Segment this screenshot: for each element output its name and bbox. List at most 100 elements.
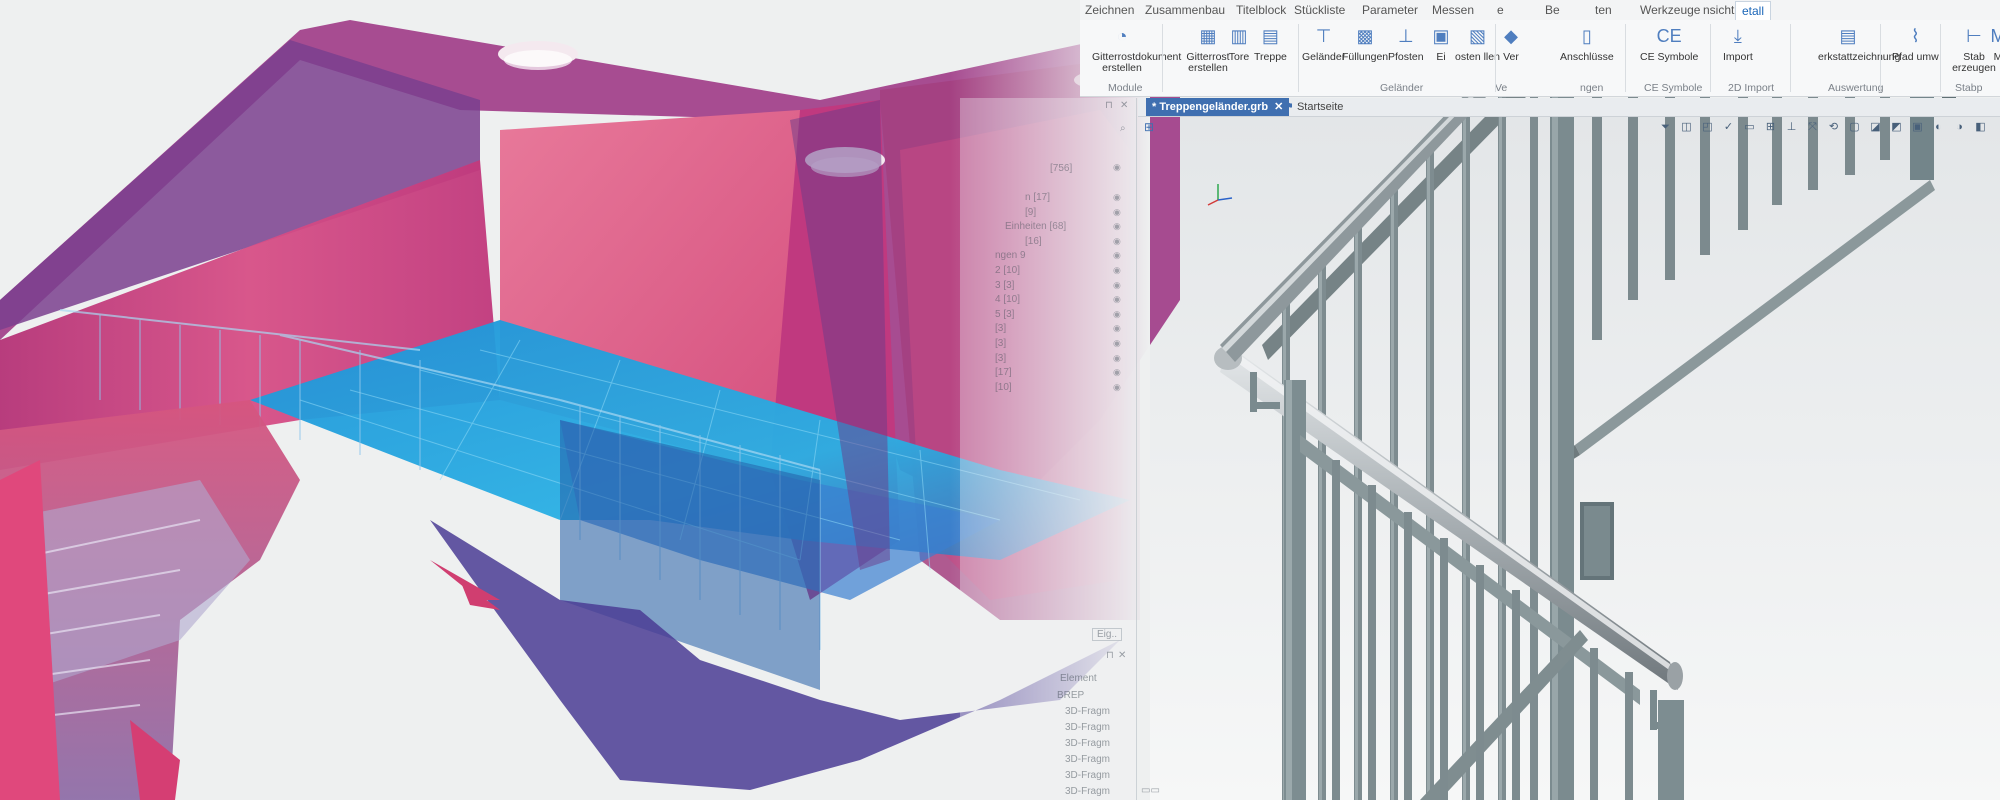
display-mode-3-icon[interactable]: ◧ bbox=[1974, 121, 1987, 134]
box-icon[interactable]: ▭ bbox=[1743, 121, 1756, 134]
tree-top-count: [756] bbox=[1050, 163, 1073, 174]
ribbon-button-path-convert[interactable]: ⌇ Pfad umw bbox=[1892, 24, 1939, 63]
tree-item[interactable]: [17] bbox=[995, 367, 1012, 378]
axis-icon[interactable]: ⊥ bbox=[1785, 121, 1798, 134]
tree-item[interactable]: [16] bbox=[1025, 236, 1042, 247]
list-item[interactable]: 3D-Fragm bbox=[1065, 738, 1110, 749]
visibility-eye-icon[interactable]: ◉ bbox=[1113, 323, 1121, 334]
list-item[interactable]: 3D-Fragm bbox=[1065, 722, 1110, 733]
tree-expand-icon[interactable]: ⊞ bbox=[1144, 120, 1154, 134]
tree-item[interactable]: 4 [10] bbox=[995, 294, 1020, 305]
ribbon-button-workshop-drawing[interactable]: ▤ erkstattzeichnung bbox=[1818, 24, 1901, 63]
view-stack-icon[interactable]: ◰ bbox=[1701, 121, 1714, 134]
tree-item[interactable]: 2 [10] bbox=[995, 265, 1020, 276]
visibility-eye-icon[interactable]: ◉ bbox=[1113, 221, 1121, 232]
view-layout-icon[interactable]: ▭▭ bbox=[1141, 785, 1160, 796]
visibility-eye-icon[interactable]: ◉ bbox=[1113, 162, 1121, 173]
tree-item[interactable]: [3] bbox=[995, 353, 1006, 364]
tree-item[interactable]: 3 [3] bbox=[995, 280, 1014, 291]
box-select-icon[interactable]: ▢ bbox=[1848, 121, 1861, 134]
ribbon-tab-3[interactable]: Stückliste bbox=[1294, 3, 1345, 17]
ribbon-tab-7[interactable]: Be bbox=[1545, 3, 1560, 17]
panel-close-icon[interactable]: ✕ bbox=[1120, 100, 1128, 111]
ribbon-tab-11[interactable]: etall bbox=[1735, 1, 1772, 20]
snap-icon[interactable]: ⤧ bbox=[1806, 121, 1819, 134]
panel-button-properties[interactable]: Eig.. bbox=[1092, 628, 1123, 641]
ribbon-button-gate[interactable]: ▥ Tore bbox=[1226, 24, 1252, 63]
ribbon-tab-1[interactable]: Zusammenbau bbox=[1145, 3, 1225, 17]
check-icon[interactable]: ✓ bbox=[1722, 121, 1735, 134]
panel-pin-icon[interactable]: ⊓ bbox=[1105, 100, 1113, 111]
ribbon-tab-0[interactable]: Zeichnen bbox=[1085, 3, 1134, 17]
section-icon[interactable]: ▣ bbox=[1911, 121, 1924, 134]
ribbon-button-railing[interactable]: ⊤ Geländer bbox=[1302, 24, 1345, 63]
ribbon-button-post[interactable]: ⊥ Pfosten bbox=[1388, 24, 1424, 63]
tree-item[interactable]: ngen 9 bbox=[995, 250, 1026, 261]
ribbon-button-stair[interactable]: ▤ Treppe bbox=[1254, 24, 1287, 63]
render-icon[interactable]: ◪ bbox=[1869, 121, 1882, 134]
filter-icon[interactable]: ⏷ bbox=[1659, 121, 1672, 134]
element-list-header: Element bbox=[1060, 673, 1097, 684]
visibility-eye-icon[interactable]: ◉ bbox=[1113, 338, 1121, 349]
ribbon-button-connect[interactable]: ◆ Ver bbox=[1498, 24, 1524, 63]
ribbon-button-insert[interactable]: ▣ Ei bbox=[1428, 24, 1454, 63]
visibility-eye-icon[interactable]: ◉ bbox=[1113, 265, 1121, 276]
visibility-eye-icon[interactable]: ◉ bbox=[1113, 280, 1121, 291]
lower-panel-pin-icon[interactable]: ⊓ bbox=[1106, 650, 1114, 661]
tree-item[interactable]: n [17] bbox=[1025, 192, 1050, 203]
visibility-eye-icon[interactable]: ◉ bbox=[1113, 353, 1121, 364]
display-mode-2-icon[interactable]: ◑ bbox=[1953, 121, 1966, 134]
visibility-eye-icon[interactable]: ◉ bbox=[1113, 382, 1121, 393]
shade-icon[interactable]: ◩ bbox=[1890, 121, 1903, 134]
viewport-toolbar: ⏷ ◫ ◰ ✓ ▭ ⊞ ⊥ ⤧ ⟲ ▢ ◪ ◩ ▣ ◐ ◑ ◧ bbox=[1655, 118, 2000, 138]
ribbon-button-label: Pfosten bbox=[1388, 51, 1424, 63]
visibility-eye-icon[interactable]: ◉ bbox=[1113, 294, 1121, 305]
ribbon-button-more[interactable]: MM bbox=[1985, 24, 2000, 63]
tree-item[interactable]: [9] bbox=[1025, 207, 1036, 218]
document-tab-start[interactable]: ⚑ Startseite bbox=[1278, 98, 1349, 116]
tree-item[interactable]: [3] bbox=[995, 323, 1006, 334]
ribbon-button-ce-symbol[interactable]: CE CE Symbole bbox=[1640, 24, 1698, 63]
tree-item[interactable]: [3] bbox=[995, 338, 1006, 349]
list-item[interactable]: 3D-Fragm bbox=[1065, 706, 1110, 717]
rotate-icon[interactable]: ⟲ bbox=[1827, 121, 1840, 134]
list-item[interactable]: 3D-Fragm bbox=[1065, 754, 1110, 765]
visibility-eye-icon[interactable]: ◉ bbox=[1113, 367, 1121, 378]
display-mode-icon[interactable]: ◐ bbox=[1932, 121, 1945, 134]
ribbon-tab-10[interactable]: nsicht bbox=[1703, 3, 1734, 17]
visibility-eye-icon[interactable]: ◉ bbox=[1113, 236, 1121, 247]
document-tab-active[interactable]: * Treppengeländer.grb ✕ bbox=[1146, 98, 1290, 116]
post-icon: ⊥ bbox=[1397, 26, 1414, 46]
document-tab-title: * Treppengeländer.grb bbox=[1152, 101, 1269, 113]
ribbon-tab-6[interactable]: e bbox=[1497, 3, 1504, 17]
view-front-icon[interactable]: ◫ bbox=[1680, 121, 1693, 134]
ribbon-tab-5[interactable]: Messen bbox=[1432, 3, 1474, 17]
document-tab-bar: * Treppengeländer.grb ✕ ⚑ Startseite bbox=[1138, 98, 2000, 117]
ribbon-tab-4[interactable]: Parameter bbox=[1362, 3, 1418, 17]
grid-icon[interactable]: ⊞ bbox=[1764, 121, 1777, 134]
ribbon-button-label: erkstattzeichnung bbox=[1818, 51, 1901, 63]
ribbon-button-infill[interactable]: ▩ Füllungen bbox=[1342, 24, 1388, 63]
tree-item[interactable]: [10] bbox=[995, 382, 1012, 393]
ribbon-button-post-create[interactable]: ▧ osten llen bbox=[1455, 24, 1500, 63]
ribbon-tab-8[interactable]: ten bbox=[1595, 3, 1612, 17]
tree-item[interactable]: 5 [3] bbox=[995, 309, 1014, 320]
path-convert-icon: ⌇ bbox=[1910, 26, 1920, 46]
ce-symbol-icon: CE bbox=[1656, 26, 1682, 46]
ribbon-button-import[interactable]: ⤓ Import bbox=[1723, 24, 1753, 63]
list-item[interactable]: 3D-Fragm bbox=[1065, 770, 1110, 781]
visibility-eye-icon[interactable]: ◉ bbox=[1113, 309, 1121, 320]
ribbon-tab-2[interactable]: Titelblock bbox=[1236, 3, 1286, 17]
visibility-eye-icon[interactable]: ◉ bbox=[1113, 207, 1121, 218]
panel-search-icon[interactable]: ⌕ bbox=[1120, 123, 1126, 134]
lower-panel-close-icon[interactable]: ✕ bbox=[1118, 650, 1126, 661]
visibility-eye-icon[interactable]: ◉ bbox=[1113, 192, 1121, 203]
structure-side-panel: ⊓ ✕ ⌕ [756] ◉ bbox=[960, 98, 1137, 800]
visibility-eye-icon[interactable]: ◉ bbox=[1113, 250, 1121, 261]
ribbon-button-connections[interactable]: ▯ Anschlüsse bbox=[1560, 24, 1614, 63]
panel-button-properties-label: Eig bbox=[1097, 629, 1112, 640]
ribbon-tab-9[interactable]: Werkzeuge bbox=[1640, 3, 1700, 17]
list-item[interactable]: 3D-Fragm bbox=[1065, 786, 1110, 797]
tree-item[interactable]: Einheiten [68] bbox=[1005, 221, 1066, 232]
ribbon-button-grating-document[interactable]: ◔ Gitterrostdokument erstellen bbox=[1092, 24, 1181, 74]
